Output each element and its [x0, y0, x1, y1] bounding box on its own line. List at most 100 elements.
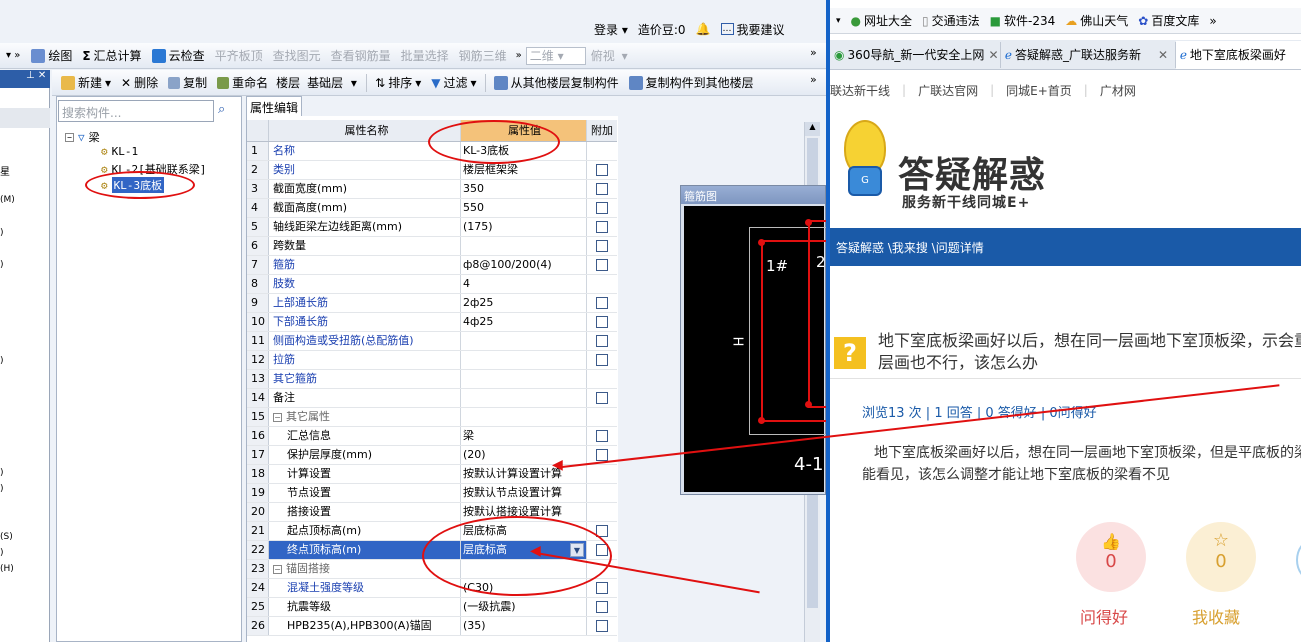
- property-value[interactable]: 按默认节点设置计算: [461, 484, 587, 502]
- grid-row[interactable]: 12 拉筋: [247, 351, 617, 370]
- grid-row[interactable]: 5 轴线距梁左边线距离(mm) (175): [247, 218, 617, 237]
- property-value[interactable]: [461, 332, 587, 350]
- extra-checkbox[interactable]: [596, 601, 608, 613]
- extra-checkbox[interactable]: [596, 354, 608, 366]
- grid-row[interactable]: 4 截面高度(mm) 550: [247, 199, 617, 218]
- property-value[interactable]: [461, 370, 587, 388]
- view-mode-select[interactable]: 二维 ▾: [525, 46, 586, 65]
- property-value[interactable]: [461, 389, 587, 407]
- favorites-dropdown-icon[interactable]: ▾: [836, 16, 841, 26]
- favorite-item[interactable]: ☁ 佛山天气: [1065, 12, 1128, 29]
- extra-checkbox[interactable]: [596, 582, 608, 594]
- property-value[interactable]: 350: [461, 180, 587, 198]
- property-value[interactable]: 按默认计算设置计算: [461, 465, 587, 483]
- batch-select-button[interactable]: 批量选择: [396, 44, 454, 68]
- flat-top-button[interactable]: 平齐板顶: [210, 44, 268, 68]
- floor-select[interactable]: 基础层 ▾: [303, 74, 363, 92]
- tree-root-beam[interactable]: − ▽ 梁: [65, 129, 100, 145]
- toolbar2-overflow-icon[interactable]: »: [810, 73, 817, 86]
- grid-row[interactable]: 14 备注: [247, 389, 617, 408]
- tree-item-kl1[interactable]: ⚙ KL-1: [101, 145, 138, 158]
- close-tab-icon[interactable]: ✕: [988, 48, 998, 62]
- browser-tab[interactable]: ℯ 答疑解惑_广联达服务新 ✕: [1001, 41, 1176, 68]
- scroll-up-icon[interactable]: ▲: [805, 122, 820, 136]
- grid-row[interactable]: 13 其它箍筋: [247, 370, 617, 389]
- sort-button[interactable]: ⇅ 排序 ▾: [370, 71, 426, 95]
- bell-icon[interactable]: 🔔: [696, 22, 711, 36]
- copy-from-floor-button[interactable]: 从其他楼层复制构件: [489, 71, 624, 95]
- grid-row[interactable]: 19 节点设置 按默认节点设置计算: [247, 484, 617, 503]
- extra-checkbox[interactable]: [596, 221, 608, 233]
- good-button[interactable]: 👍 0: [1076, 522, 1146, 592]
- property-value[interactable]: 楼层框架梁: [461, 161, 587, 179]
- grid-row[interactable]: 25 抗震等级 (一级抗震): [247, 598, 617, 617]
- toolbar1-overflow-icon[interactable]: »: [810, 46, 817, 59]
- extra-checkbox[interactable]: [596, 297, 608, 309]
- rebar-3d-button[interactable]: 钢筋三维: [454, 44, 512, 68]
- extra-checkbox[interactable]: [596, 259, 608, 271]
- search-icon[interactable]: ⌕: [218, 102, 225, 117]
- collapse-icon[interactable]: −: [273, 564, 282, 574]
- summary-button[interactable]: Σ 汇总计算: [77, 44, 146, 68]
- extra-checkbox[interactable]: [596, 449, 608, 461]
- nav-link[interactable]: 联达新干线: [830, 82, 890, 99]
- close-icon[interactable]: ✕: [38, 70, 46, 81]
- component-search-input[interactable]: 搜索构件...: [58, 100, 214, 122]
- draw-button[interactable]: 绘图: [26, 44, 77, 68]
- nav-link[interactable]: 同城E+首页: [1006, 82, 1072, 99]
- delete-button[interactable]: ✕ 删除: [116, 71, 163, 95]
- favorite-item[interactable]: ■ 软件-234: [990, 12, 1056, 29]
- pin-icon[interactable]: ⊥: [26, 70, 35, 81]
- view-rebar-button[interactable]: 查看钢筋量: [326, 44, 396, 68]
- browser-tab-active[interactable]: ℯ 地下室底板梁画好: [1175, 40, 1301, 69]
- collapse-icon[interactable]: −: [273, 412, 282, 422]
- property-value[interactable]: 550: [461, 199, 587, 217]
- favorite-button[interactable]: ☆ 0: [1186, 522, 1256, 592]
- extra-checkbox[interactable]: [596, 240, 608, 252]
- favorite-item[interactable]: ✿ 百度文库: [1138, 12, 1199, 29]
- collapse-icon[interactable]: −: [65, 132, 74, 142]
- grid-row[interactable]: 3 截面宽度(mm) 350: [247, 180, 617, 199]
- property-value[interactable]: 2ф25: [461, 294, 587, 312]
- favorite-item[interactable]: ▯ 交通违法: [922, 12, 980, 29]
- share-button[interactable]: [1296, 540, 1301, 580]
- tab-property-edit[interactable]: 属性编辑: [246, 96, 302, 116]
- extra-checkbox[interactable]: [596, 164, 608, 176]
- extra-checkbox[interactable]: [596, 430, 608, 442]
- nav-link[interactable]: 广联达官网: [918, 82, 978, 99]
- cloud-check-button[interactable]: 云检查: [147, 44, 210, 68]
- grid-row[interactable]: 7 箍筋 ф8@100/200(4): [247, 256, 617, 275]
- property-value[interactable]: [461, 237, 587, 255]
- rename-button[interactable]: 重命名: [212, 71, 273, 95]
- property-value[interactable]: 梁: [461, 427, 587, 445]
- grid-row[interactable]: 16 汇总信息 梁: [247, 427, 617, 446]
- property-value[interactable]: (35): [461, 617, 587, 635]
- extra-checkbox[interactable]: [596, 392, 608, 404]
- new-button[interactable]: 新建 ▾: [56, 71, 116, 95]
- grid-row[interactable]: 6 跨数量: [247, 237, 617, 256]
- suggest-link[interactable]: … 我要建议: [720, 21, 785, 38]
- property-value[interactable]: 4ф25: [461, 313, 587, 331]
- property-value[interactable]: (175): [461, 218, 587, 236]
- grid-row[interactable]: 26 HPB235(A),HPB300(A)锚固 (35): [247, 617, 617, 636]
- grid-row[interactable]: 15− 其它属性: [247, 408, 617, 427]
- filter-button[interactable]: ▼ 过滤 ▾: [426, 71, 481, 95]
- toolbar-more-icon[interactable]: »: [512, 50, 526, 61]
- property-value[interactable]: (20): [461, 446, 587, 464]
- grid-row[interactable]: 10 下部通长筋 4ф25: [247, 313, 617, 332]
- browser-tab[interactable]: ◉ 360导航_新一代安全上网 ✕: [830, 41, 1001, 68]
- grid-row[interactable]: 9 上部通长筋 2ф25: [247, 294, 617, 313]
- favorite-item[interactable]: ● 网址大全: [851, 12, 913, 29]
- stirrup-window-title[interactable]: 箍筋图: [681, 186, 825, 204]
- find-element-button[interactable]: 查找图元: [268, 44, 326, 68]
- favorites-more-icon[interactable]: »: [1209, 14, 1216, 28]
- property-value[interactable]: [461, 408, 587, 426]
- property-value[interactable]: ф8@100/200(4): [461, 256, 587, 274]
- grid-row[interactable]: 11 侧面构造或受扭筋(总配筋值): [247, 332, 617, 351]
- grid-row[interactable]: 2 类别 楼层框架梁: [247, 161, 617, 180]
- copy-button[interactable]: 复制: [163, 71, 212, 95]
- extra-checkbox[interactable]: [596, 316, 608, 328]
- grid-row[interactable]: 20 搭接设置 按默认搭接设置计算: [247, 503, 617, 522]
- nav-link[interactable]: 广材网: [1100, 82, 1136, 99]
- extra-checkbox[interactable]: [596, 620, 608, 632]
